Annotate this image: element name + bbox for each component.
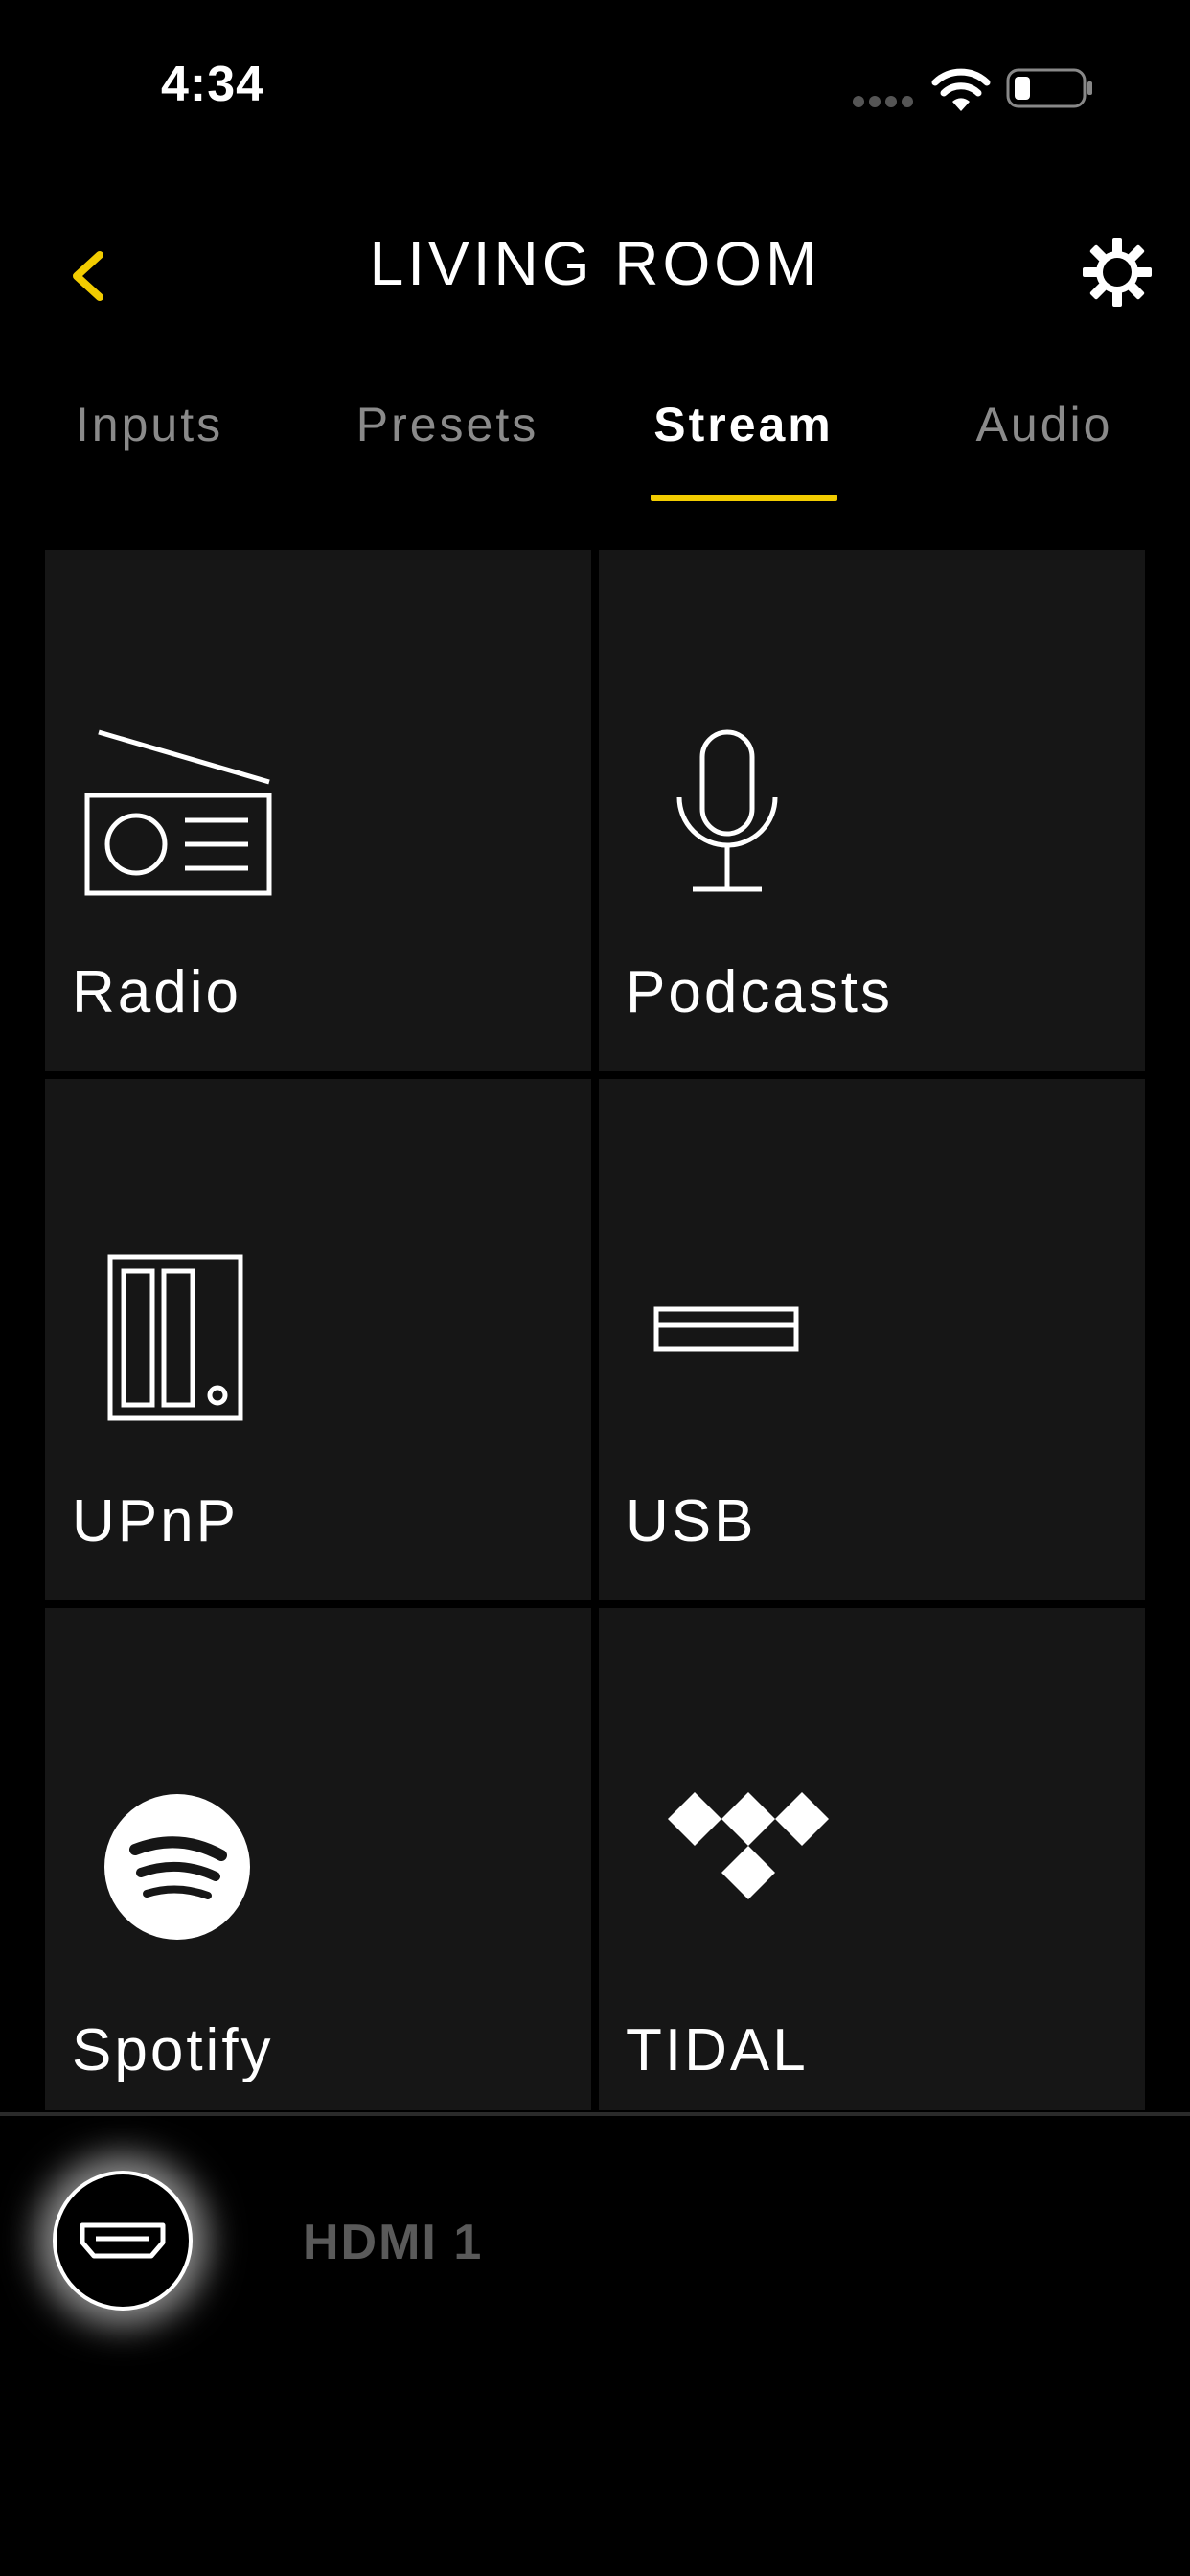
- page-title: LIVING ROOM: [369, 229, 821, 298]
- upnp-label: UPnP: [72, 1488, 239, 1554]
- spotify-icon: [104, 1794, 250, 1940]
- podcasts-label: Podcasts: [626, 959, 894, 1025]
- stream-source-grid: Radio Podcasts UPnP USB Spotify TIDAL: [45, 550, 1145, 2110]
- bottom-divider: [0, 2112, 1190, 2116]
- tab-inputs[interactable]: Inputs: [67, 397, 232, 452]
- cellular-signal-icon: [853, 96, 914, 107]
- usb-icon: [653, 1306, 799, 1352]
- status-bar: 4:34: [0, 0, 1190, 172]
- microphone-icon: [676, 729, 778, 892]
- tab-stream[interactable]: Stream: [648, 397, 839, 452]
- upnp-tile[interactable]: UPnP: [45, 1079, 591, 1600]
- tab-bar: Inputs Presets Stream Audio: [0, 374, 1190, 508]
- spotify-label: Spotify: [72, 2017, 274, 2083]
- header: LIVING ROOM: [0, 192, 1190, 345]
- battery-icon: [1006, 68, 1092, 108]
- nas-drive-icon: [107, 1254, 243, 1421]
- gear-icon[interactable]: [1079, 234, 1156, 310]
- radio-tile[interactable]: Radio: [45, 550, 591, 1071]
- tab-audio[interactable]: Audio: [966, 397, 1123, 452]
- active-tab-indicator: [651, 494, 837, 501]
- spotify-tile[interactable]: Spotify: [45, 1608, 591, 2110]
- usb-tile[interactable]: USB: [599, 1079, 1145, 1600]
- hdmi-icon: [80, 2222, 166, 2259]
- wifi-icon: [931, 68, 991, 111]
- source-label[interactable]: HDMI 1: [303, 2214, 483, 2271]
- tidal-label: TIDAL: [626, 2017, 809, 2083]
- usb-label: USB: [626, 1488, 757, 1554]
- tidal-tile[interactable]: TIDAL: [599, 1608, 1145, 2110]
- tab-presets[interactable]: Presets: [351, 397, 544, 452]
- tidal-icon: [668, 1792, 829, 1899]
- source-button[interactable]: [53, 2171, 193, 2311]
- radio-icon: [84, 729, 272, 896]
- radio-label: Radio: [72, 959, 241, 1025]
- status-time: 4:34: [161, 57, 265, 112]
- podcasts-tile[interactable]: Podcasts: [599, 550, 1145, 1071]
